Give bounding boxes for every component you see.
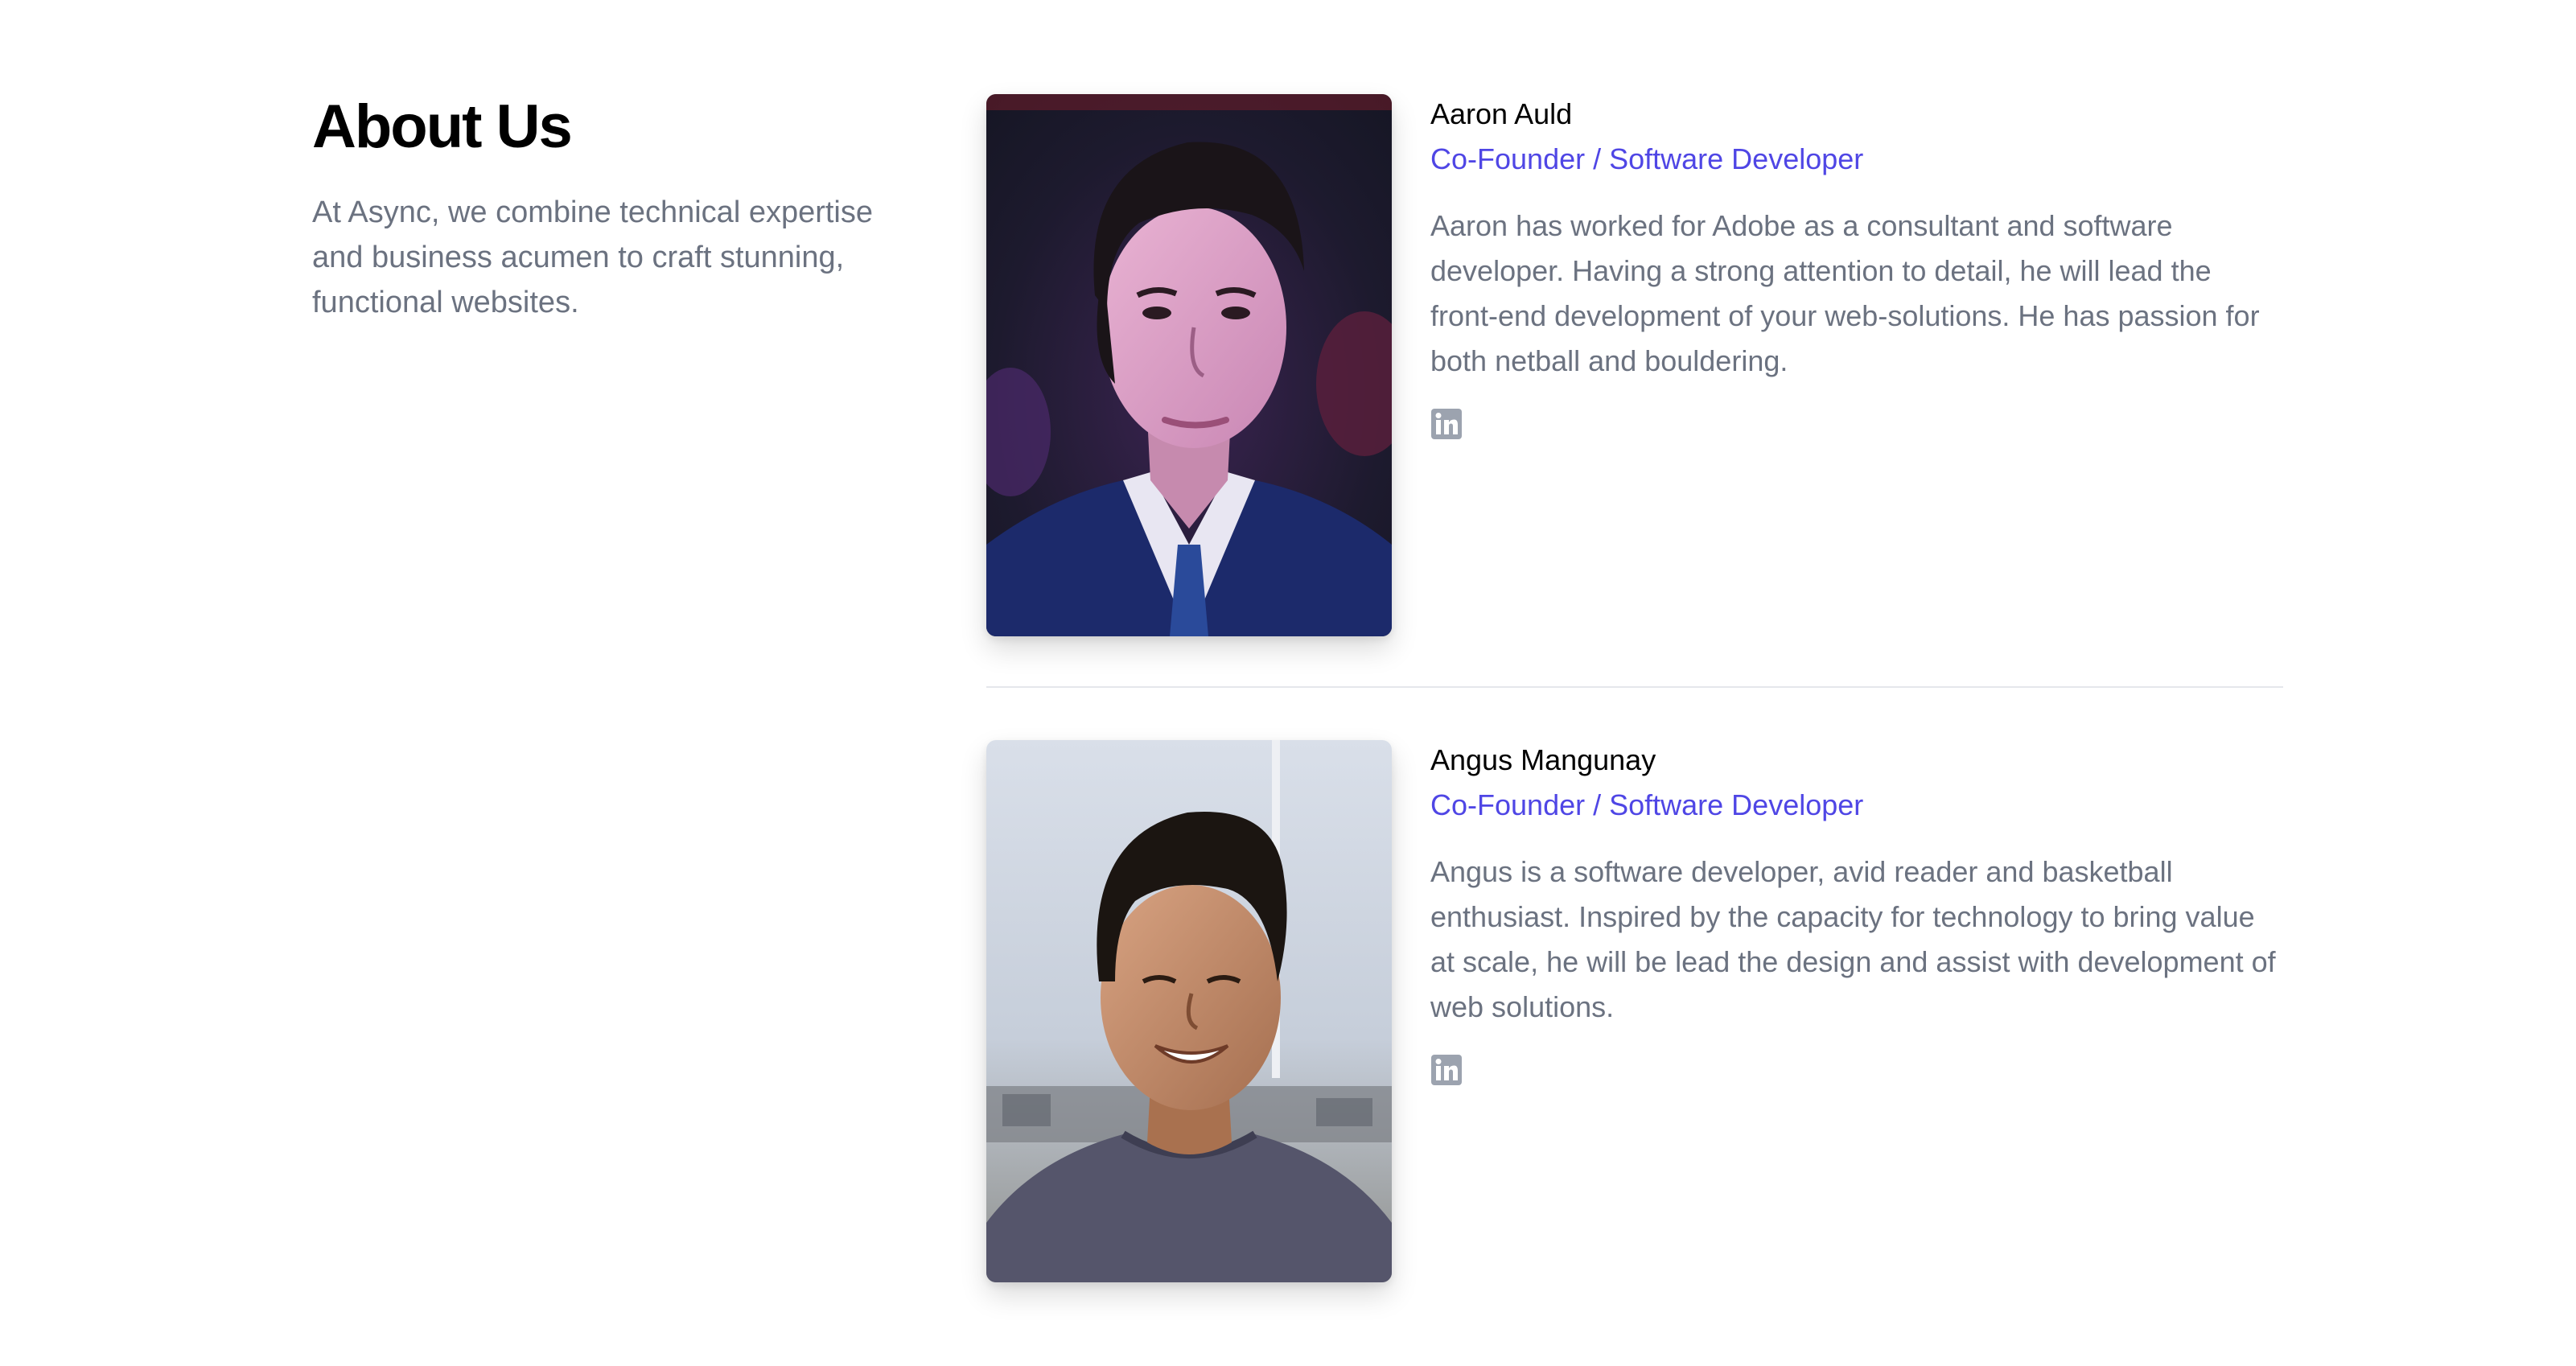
team-member-card: Angus Mangunay Co-Founder / Software Dev… <box>986 740 2283 1282</box>
page-title: About Us <box>312 93 573 161</box>
member-role: Co-Founder / Software Developer <box>1430 142 1864 175</box>
member-bio: Angus is a software developer, avid read… <box>1430 855 2276 1023</box>
member-divider <box>986 686 2283 688</box>
member-role: Co-Founder / Software Developer <box>1430 788 1864 821</box>
member-name: Aaron Auld <box>1430 97 1573 130</box>
about-page: About Us At Async, we combine technical … <box>0 0 2576 1366</box>
member-photo <box>986 94 1392 636</box>
member-bio: Aaron has worked for Adobe as a consulta… <box>1430 209 2260 377</box>
about-intro: About Us At Async, we combine technical … <box>312 90 924 325</box>
linkedin-icon[interactable] <box>1430 408 1463 440</box>
member-info: Aaron Auld Co-Founder / Software Develop… <box>1430 94 2283 440</box>
team-member-card: Aaron Auld Co-Founder / Software Develop… <box>986 94 2283 636</box>
member-name: Angus Mangunay <box>1430 743 1656 776</box>
intro-description: At Async, we combine technical expertise… <box>312 195 874 319</box>
linkedin-icon[interactable] <box>1430 1054 1463 1086</box>
member-info: Angus Mangunay Co-Founder / Software Dev… <box>1430 740 2283 1086</box>
member-photo <box>986 740 1392 1282</box>
